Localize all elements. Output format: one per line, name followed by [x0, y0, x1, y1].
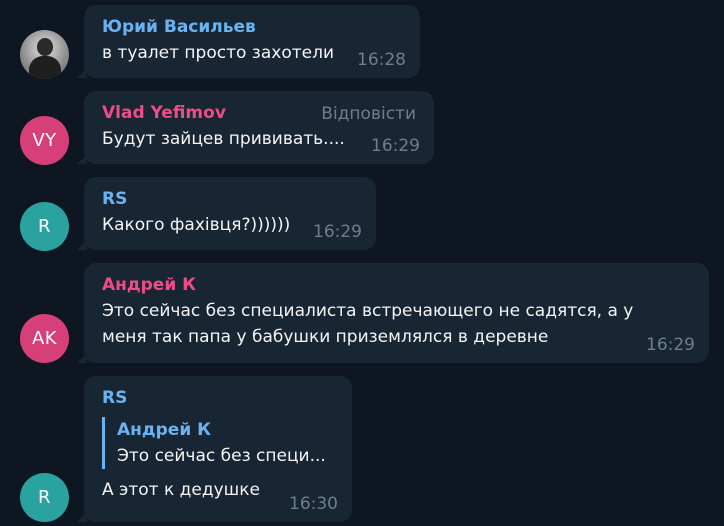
message-text-line-2: меня так папа у бабушки приземлялся в де…: [102, 327, 549, 347]
message-bubble[interactable]: RS Какого фахівця?)))))) 16:29: [77, 177, 376, 250]
sender-name[interactable]: Юрий Васильев: [102, 14, 406, 40]
message-time: 16:28: [357, 50, 406, 70]
message-time: 16:30: [289, 494, 338, 514]
reply-button[interactable]: Відповісти: [321, 102, 416, 126]
avatar-head-shape: [37, 38, 53, 56]
message-bubble[interactable]: Юрий Васильев в туалет просто захотели 1…: [77, 5, 420, 78]
bubble-tail: [77, 240, 87, 250]
avatar-rs[interactable]: R: [20, 202, 69, 251]
message-bubble[interactable]: RS Андрей К Это сейчас без специ... А эт…: [77, 376, 352, 522]
message-time: 16:29: [371, 136, 420, 156]
avatar-yuriy-photo[interactable]: [20, 30, 69, 79]
message-time: 16:29: [646, 335, 695, 355]
sender-name[interactable]: RS: [102, 186, 362, 212]
message-text-line-1: Это сейчас без специалиста встречающего …: [102, 301, 634, 321]
bubble-tail: [77, 512, 87, 522]
message-time: 16:29: [313, 222, 362, 242]
sender-name[interactable]: RS: [102, 385, 338, 411]
avatar-body-shape: [29, 56, 61, 79]
avatar-andrey[interactable]: AK: [20, 314, 69, 363]
reply-quote[interactable]: Андрей К Это сейчас без специ...: [102, 417, 338, 469]
quote-text: Это сейчас без специ...: [117, 446, 326, 466]
message-bubble[interactable]: Андрей К Это сейчас без специалиста встр…: [77, 263, 709, 363]
sender-name[interactable]: Андрей К: [102, 272, 695, 298]
bubble-tail: [77, 353, 87, 363]
message-bubble[interactable]: Vlad Yefimov Відповісти Будут зайцев при…: [77, 91, 434, 164]
avatar-initials: R: [37, 487, 51, 508]
bubble-tail: [77, 68, 87, 78]
bubble-tail: [77, 154, 87, 164]
quote-sender-name: Андрей К: [117, 420, 212, 440]
avatar-initials: R: [37, 216, 51, 237]
avatar-initials: VY: [32, 130, 57, 151]
avatar-rs[interactable]: R: [20, 473, 69, 522]
avatar-initials: AK: [31, 328, 58, 349]
chat-history[interactable]: Юрий Васильев в туалет просто захотели 1…: [0, 0, 724, 526]
avatar-vlad[interactable]: VY: [20, 116, 69, 165]
